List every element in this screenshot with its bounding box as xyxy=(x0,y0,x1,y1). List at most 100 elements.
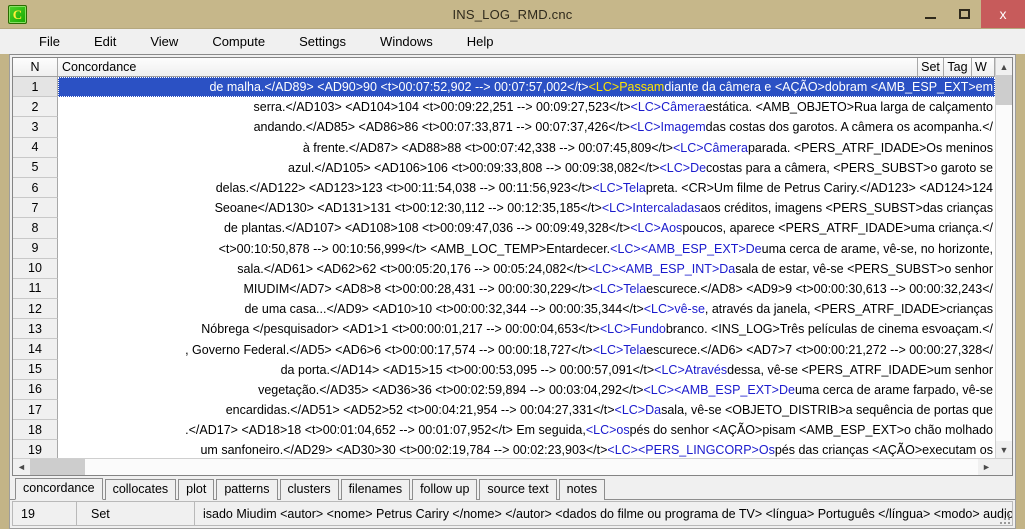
close-button[interactable]: x xyxy=(981,0,1025,28)
vertical-scroll-thumb[interactable] xyxy=(996,75,1012,105)
tab-collocates[interactable]: collocates xyxy=(104,479,177,500)
tab-clusters[interactable]: clusters xyxy=(279,479,339,500)
table-row[interactable]: 6 delas.</AD122> <AD123>123 <t>00:11:54,0… xyxy=(13,177,995,199)
concordance-line[interactable]: sala.</AD61> <AD62>62 <t>00:05:20,176 --… xyxy=(58,259,995,279)
column-header-concordance[interactable]: Concordance xyxy=(58,58,918,76)
table-row[interactable]: 12 de uma casa...</AD9> <AD10>10 <t>00:00… xyxy=(13,299,995,320)
tab-source-text[interactable]: source text xyxy=(479,479,557,500)
concordance-right-context: branco. <INS_LOG>Três películas de cinem… xyxy=(665,322,993,337)
concordance-line[interactable]: andando.</AD85> <AD86>86 <t>00:07:33,871… xyxy=(58,117,995,137)
row-number: 9 xyxy=(13,238,58,259)
concordance-line[interactable]: azul.</AD105> <AD106>106 <t>00:09:33,808… xyxy=(58,158,995,178)
concordance-line[interactable]: de plantas.</AD107> <AD108>108 <t>00:09:… xyxy=(58,218,995,238)
concordance-keyword: <LC>vê-se xyxy=(643,302,705,317)
scroll-left-icon[interactable]: ◄ xyxy=(13,459,30,475)
table-row[interactable]: 3 andando.</AD85> <AD86>86 <t>00:07:33,87… xyxy=(13,117,995,138)
concordance-line[interactable]: Nóbrega </pesquisador> <AD1>1 <t>00:00:0… xyxy=(58,319,995,339)
tab-follow-up[interactable]: follow up xyxy=(412,479,478,500)
concordance-line[interactable]: delas.</AD122> <AD123>123 <t>00:11:54,03… xyxy=(58,178,995,198)
concordance-line[interactable]: <t>00:10:50,878 --> 00:10:56,999</t> <AM… xyxy=(58,239,995,259)
concordance-line[interactable]: encardidas.</AD51> <AD52>52 <t>00:04:21,… xyxy=(58,400,995,420)
row-number: 16 xyxy=(13,379,58,400)
column-header-tag[interactable]: Tag xyxy=(944,58,972,76)
application-window: C INS_LOG_RMD.cnc x File Edit View Compute S… xyxy=(0,0,1025,529)
scroll-right-icon[interactable]: ► xyxy=(978,459,995,475)
menu-item-settings[interactable]: Settings xyxy=(282,32,363,51)
table-row[interactable]: 7 Seoane</AD130> <AD131>131 <t>00:12:30,1… xyxy=(13,198,995,219)
tab-patterns[interactable]: patterns xyxy=(216,479,278,500)
concordance-left-context: da porta.</AD14> <AD15>15 <t>00:00:53,09… xyxy=(280,362,655,377)
table-row[interactable]: 5 azul.</AD105> <AD106>106 <t>00:09:33,80… xyxy=(13,157,995,178)
concordance-line[interactable]: de uma casa...</AD9> <AD10>10 <t>00:00:3… xyxy=(58,299,995,319)
maximize-button[interactable] xyxy=(947,0,981,28)
horizontal-scrollbar[interactable]: ◄ ► xyxy=(13,458,1012,475)
tab-concordance[interactable]: concordance xyxy=(15,478,103,500)
concordance-line[interactable]: da porta.</AD14> <AD15>15 <t>00:00:53,09… xyxy=(58,360,995,380)
table-row[interactable]: 11 MIUDIM</AD7> <AD8>8 <t>00:00:28,431 --… xyxy=(13,278,995,300)
concordance-line[interactable]: de malha.</AD89> <AD90>90 <t>00:07:52,90… xyxy=(58,77,995,98)
resize-grip-icon[interactable] xyxy=(998,512,1010,524)
status-row-count: 19 xyxy=(12,501,76,526)
row-number: 3 xyxy=(13,117,58,138)
table-row[interactable]: 10 sala.</AD61> <AD62>62 <t>00:05:20,176 … xyxy=(13,258,995,279)
tab-filenames[interactable]: filenames xyxy=(340,479,411,500)
menu-item-view[interactable]: View xyxy=(133,32,195,51)
concordance-app-icon: C xyxy=(8,4,27,24)
table-row[interactable]: 9 <t>00:10:50,878 --> 00:10:56,999</t> <A… xyxy=(13,238,995,259)
vertical-scrollbar[interactable]: ▲ ▼ xyxy=(995,58,1012,458)
horizontal-scroll-thumb[interactable] xyxy=(30,459,85,475)
concordance-keyword: <LC>Intercaladas xyxy=(601,201,701,216)
table-row[interactable]: 19 um sanfoneiro.</AD29> <AD30>30 <t>00:0… xyxy=(13,440,995,458)
menu-item-edit[interactable]: Edit xyxy=(77,32,133,51)
concordance-left-context: de plantas.</AD107> <AD108>108 <t>00:09:… xyxy=(223,221,631,236)
concordance-right-context: uma cerca de arame, vê-se, no horizonte, xyxy=(761,241,993,256)
tab-plot[interactable]: plot xyxy=(178,479,215,500)
concordance-left-context: Nóbrega </pesquisador> <AD1>1 <t>00:00:0… xyxy=(201,322,600,337)
tab-notes[interactable]: notes xyxy=(558,479,606,500)
table-row[interactable]: 4 à frente.</AD87> <AD88>88 <t>00:07:42,3… xyxy=(13,137,995,158)
scroll-up-icon[interactable]: ▲ xyxy=(996,58,1012,75)
table-row[interactable]: 1 de malha.</AD89> <AD90>90 <t>00:07:52,9… xyxy=(13,77,995,98)
concordance-right-context: estática. <AMB_OBJETO>Rua larga de calça… xyxy=(705,100,993,115)
horizontal-scroll-track[interactable] xyxy=(30,459,978,475)
scroll-down-icon[interactable]: ▼ xyxy=(996,441,1012,458)
menu-item-file[interactable]: File xyxy=(22,32,77,51)
table-row[interactable]: 16 vegetação.</AD35> <AD36>36 <t>00:02:59… xyxy=(13,379,995,400)
concordance-keyword: <LC><PERS_LINGCORP>Os xyxy=(607,443,775,458)
table-row[interactable]: 14 , Governo Federal.</AD5> <AD6>6 <t>00:… xyxy=(13,339,995,360)
concordance-line[interactable]: à frente.</AD87> <AD88>88 <t>00:07:42,33… xyxy=(58,138,995,158)
table-row[interactable]: 18 .</AD17> <AD18>18 <t>00:01:04,652 --> … xyxy=(13,420,995,441)
menu-item-compute[interactable]: Compute xyxy=(195,32,282,51)
table-row[interactable]: 2 serra.</AD103> <AD104>104 <t>00:09:22,2… xyxy=(13,97,995,118)
menu-item-help[interactable]: Help xyxy=(450,32,511,51)
concordance-keyword: <LC>De xyxy=(659,160,707,175)
column-header-w[interactable]: W xyxy=(972,58,995,76)
table-row[interactable]: 13 Nóbrega </pesquisador> <AD1>1 <t>00:00… xyxy=(13,319,995,340)
table-row[interactable]: 17 encardidas.</AD51> <AD52>52 <t>00:04:2… xyxy=(13,400,995,421)
vertical-scroll-track[interactable] xyxy=(996,75,1012,441)
concordance-left-context: vegetação.</AD35> <AD36>36 <t>00:02:59,8… xyxy=(258,382,644,397)
row-number: 2 xyxy=(13,97,58,118)
minimize-button[interactable] xyxy=(913,0,947,28)
concordance-line[interactable]: Seoane</AD130> <AD131>131 <t>00:12:30,11… xyxy=(58,198,995,218)
menu-item-windows[interactable]: Windows xyxy=(363,32,450,51)
row-number: 8 xyxy=(13,218,58,239)
table-row[interactable]: 15 da porta.</AD14> <AD15>15 <t>00:00:53,… xyxy=(13,359,995,380)
table-row[interactable]: 8 de plantas.</AD107> <AD108>108 <t>00:09… xyxy=(13,218,995,239)
concordance-line[interactable]: .</AD17> <AD18>18 <t>00:01:04,652 --> 00… xyxy=(58,420,995,440)
menu-bar: File Edit View Compute Settings Windows Help xyxy=(0,28,1025,54)
concordance-line[interactable]: um sanfoneiro.</AD29> <AD30>30 <t>00:02:… xyxy=(58,440,995,458)
concordance-keyword: <LC><AMB_ESP_EXT>De xyxy=(643,382,795,397)
status-message: isado Miudim <autor> <nome> Petrus Carir… xyxy=(194,501,1013,526)
concordance-grid: N Concordance Set Tag W 1 de malha.</AD89… xyxy=(12,57,1013,476)
concordance-line[interactable]: , Governo Federal.</AD5> <AD6>6 <t>00:00… xyxy=(58,339,995,359)
column-header-n[interactable]: N xyxy=(13,58,58,76)
concordance-left-context: <t>00:10:50,878 --> 00:10:56,999</t> <AM… xyxy=(218,241,611,256)
concordance-line[interactable]: serra.</AD103> <AD104>104 <t>00:09:22,25… xyxy=(58,97,995,117)
concordance-right-context: aos créditos, imagens <PERS_SUBST>das cr… xyxy=(700,201,994,216)
concordance-line[interactable]: MIUDIM</AD7> <AD8>8 <t>00:00:28,431 --> … xyxy=(58,279,995,299)
column-header-set[interactable]: Set xyxy=(918,58,944,76)
concordance-right-context: dessa, vê-se <PERS_ATRF_IDADE>um senhor xyxy=(727,362,993,377)
concordance-left-context: Seoane</AD130> <AD131>131 <t>00:12:30,11… xyxy=(214,201,602,216)
concordance-line[interactable]: vegetação.</AD35> <AD36>36 <t>00:02:59,8… xyxy=(58,380,995,400)
